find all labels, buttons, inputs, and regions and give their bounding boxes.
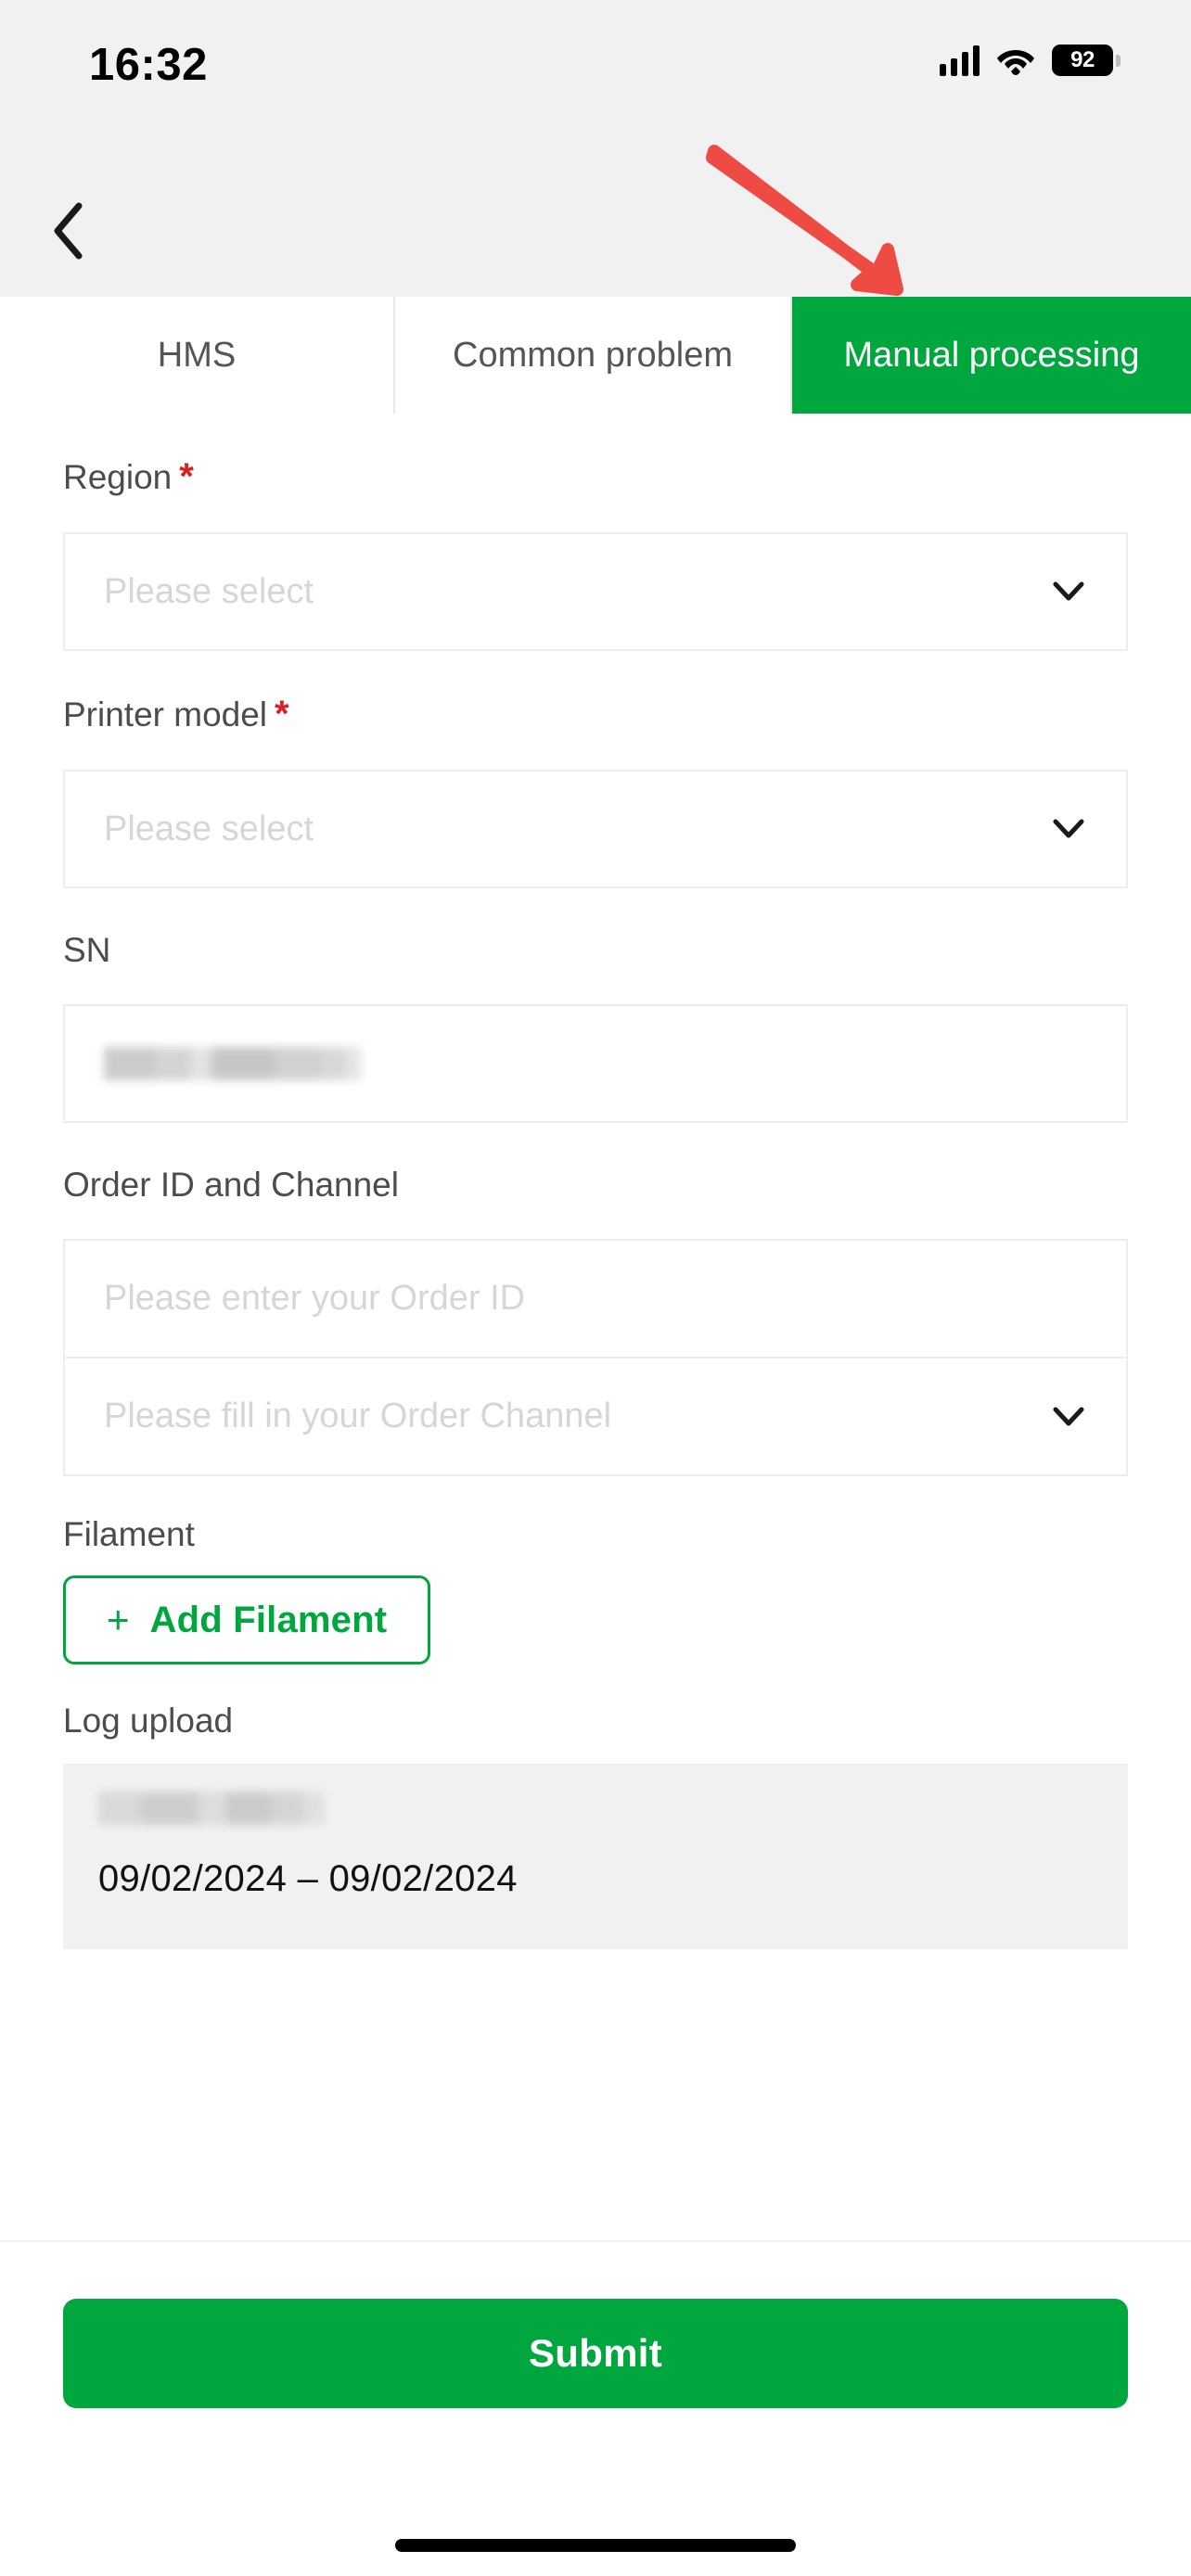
order-id-input[interactable]: Please enter your Order ID: [63, 1239, 1128, 1358]
home-indicator: [395, 2539, 796, 2552]
filament-label: Filament: [63, 1517, 1128, 1551]
status-bar: 16:32 92: [0, 0, 1191, 167]
order-channel-placeholder: Please fill in your Order Channel: [104, 1396, 612, 1435]
tab-common-problem[interactable]: Common problem: [395, 297, 792, 414]
tab-hms[interactable]: HMS: [0, 297, 395, 414]
manual-processing-form: Region * Please select Printer model * Ple…: [0, 414, 1191, 2238]
battery-icon: 92: [1052, 45, 1121, 76]
sn-redacted-value: [104, 1047, 362, 1080]
printer-model-label-text: Printer model: [63, 695, 268, 733]
printer-model-select[interactable]: Please select: [63, 770, 1128, 888]
printer-model-select-placeholder: Please select: [104, 809, 314, 848]
log-upload-card[interactable]: 09/02/2024 – 09/02/2024: [63, 1764, 1128, 1949]
region-required-asterisk: *: [179, 456, 194, 497]
log-upload-label: Log upload: [63, 1703, 1128, 1738]
back-button[interactable]: [28, 193, 108, 273]
chevron-down-icon: [1050, 810, 1087, 848]
tab-hms-label: HMS: [157, 335, 237, 375]
log-upload-label-text: Log upload: [63, 1702, 234, 1740]
log-file-redacted-name: [98, 1792, 1093, 1825]
submit-button-label: Submit: [528, 2331, 663, 2375]
chevron-down-icon: [1050, 573, 1087, 610]
region-select[interactable]: Please select: [63, 532, 1128, 651]
app-screen: 16:32 92 HMS Common problem Manual proce…: [0, 0, 1191, 2576]
sn-label-text: SN: [63, 931, 111, 969]
order-label: Order ID and Channel: [63, 1167, 1128, 1202]
chevron-down-icon: [1050, 1398, 1087, 1435]
navigation-bar: [0, 167, 1191, 297]
chevron-left-icon: [51, 202, 84, 264]
wifi-icon: [996, 45, 1035, 75]
sn-input[interactable]: [63, 1004, 1128, 1123]
printer-model-required-asterisk: *: [275, 694, 289, 734]
footer-bar: Submit: [0, 2240, 1191, 2576]
tab-bar: HMS Common problem Manual processing: [0, 297, 1191, 414]
order-label-text: Order ID and Channel: [63, 1166, 399, 1204]
region-label: Region *: [63, 458, 1128, 495]
status-bar-indicators: 92: [940, 45, 1121, 76]
status-bar-time: 16:32: [89, 40, 208, 90]
plus-icon: +: [107, 1598, 130, 1641]
sn-label: SN: [63, 933, 1128, 967]
cellular-signal-icon: [940, 45, 980, 76]
tab-common-problem-label: Common problem: [453, 335, 733, 375]
tab-manual-processing-label: Manual processing: [843, 335, 1140, 375]
order-id-placeholder: Please enter your Order ID: [104, 1279, 526, 1318]
battery-percent: 92: [1070, 47, 1095, 72]
submit-button[interactable]: Submit: [63, 2299, 1128, 2408]
add-filament-label: Add Filament: [149, 1599, 388, 1640]
order-channel-select[interactable]: Please fill in your Order Channel: [63, 1358, 1128, 1476]
add-filament-button[interactable]: + Add Filament: [63, 1575, 431, 1664]
region-label-text: Region: [63, 458, 173, 496]
filament-label-text: Filament: [63, 1515, 195, 1553]
log-date-range: 09/02/2024 – 09/02/2024: [98, 1858, 518, 1899]
region-select-placeholder: Please select: [104, 571, 314, 611]
printer-model-label: Printer model *: [63, 695, 1128, 733]
tab-manual-processing[interactable]: Manual processing: [792, 297, 1191, 414]
